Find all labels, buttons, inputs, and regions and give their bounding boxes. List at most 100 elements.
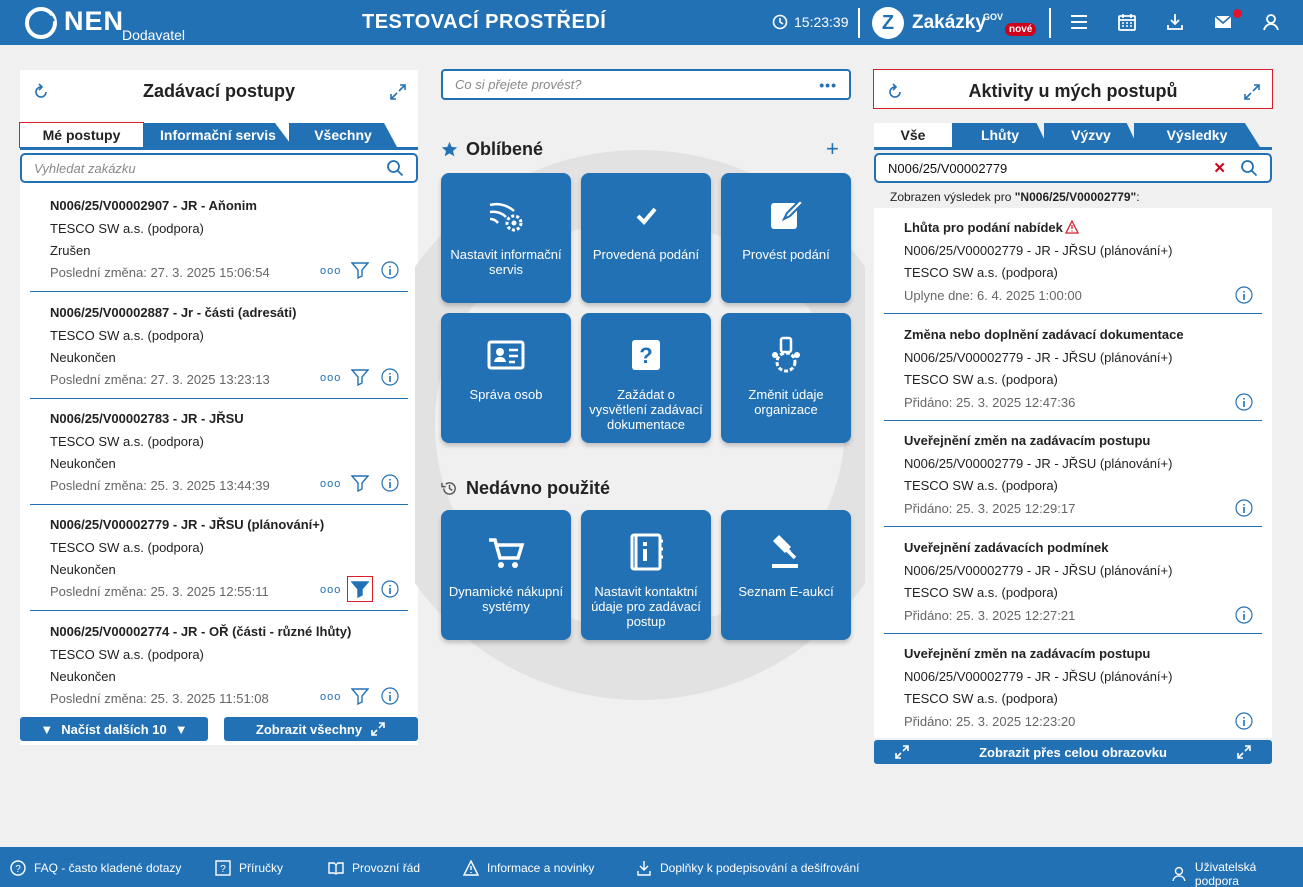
expand-icon[interactable] — [389, 83, 407, 101]
procedure-title[interactable]: N006/25/V00002774 - JR - OŘ (části - růz… — [50, 624, 351, 639]
activity-list-item[interactable]: Lhůta pro podání nabídek N006/25/V0000277… — [874, 208, 1272, 314]
footer-rules-link[interactable]: Provozní řád — [328, 860, 420, 876]
fullscreen-button[interactable]: Zobrazit přes celou obrazovku — [874, 740, 1272, 764]
procedure-title[interactable]: N006/25/V00002907 - JR - Aňonim — [50, 198, 257, 213]
activity-date: Přidáno: 25. 3. 2025 12:29:17 — [904, 501, 1076, 516]
expand-icon[interactable] — [1243, 83, 1261, 101]
footer-addons-link[interactable]: Doplňky k podepisování a dešifrování — [636, 860, 859, 876]
procedure-list-item[interactable]: N006/25/V00002907 - JR - Aňonim TESCO SW … — [20, 196, 418, 296]
info-icon[interactable] — [381, 580, 399, 603]
footer-manuals-link[interactable]: ? Příručky — [215, 860, 283, 876]
filter-icon[interactable] — [348, 684, 372, 708]
info-icon[interactable] — [381, 687, 399, 710]
tab-all[interactable]: Všechny — [289, 123, 397, 147]
activity-title[interactable]: Uveřejnění zadávacích podmínek — [904, 540, 1108, 555]
more-dots-icon[interactable]: ooo — [320, 372, 341, 384]
info-icon[interactable] — [1235, 392, 1253, 416]
tab-all-activities[interactable]: Vše — [874, 123, 952, 147]
more-dots-icon[interactable]: ooo — [320, 691, 341, 703]
info-icon[interactable] — [381, 261, 399, 284]
tile-request-explanation[interactable]: ? Zažádat o vysvětlení zadávací dokument… — [581, 313, 711, 443]
more-dots-icon[interactable]: ooo — [320, 478, 341, 490]
search-icon[interactable] — [386, 159, 404, 177]
environment-title: TESTOVACÍ PROSTŘEDÍ — [362, 11, 607, 33]
tile-make-submission[interactable]: Provést podání — [721, 173, 851, 303]
menu-icon[interactable] — [1069, 12, 1089, 32]
refresh-icon[interactable] — [32, 83, 50, 101]
procedure-list-item[interactable]: N006/25/V00002783 - JR - JŘSU TESCO SW a.… — [20, 409, 418, 509]
more-dots-icon[interactable]: ooo — [320, 265, 341, 277]
search-icon[interactable] — [1240, 159, 1258, 177]
calendar-icon[interactable] — [1117, 12, 1137, 32]
activity-title[interactable]: Lhůta pro podání nabídek — [904, 219, 1079, 235]
activity-list-item[interactable]: Uveřejnění změn na zadávacím postupu N006… — [874, 421, 1272, 527]
activity-search-input[interactable]: N006/25/V00002779 ✕ — [874, 153, 1272, 183]
session-clock: 15:23:39 — [772, 14, 849, 30]
tile-contact-details[interactable]: Nastavit kontaktní údaje pro zadávací po… — [581, 510, 711, 640]
open-book-icon — [328, 862, 344, 875]
show-all-button[interactable]: Zobrazit všechny — [224, 717, 418, 741]
tab-results[interactable]: Výsledky — [1134, 123, 1260, 147]
activity-list-item[interactable]: Uveřejnění zadávacích podmínek N006/25/V0… — [874, 528, 1272, 634]
app-logo-text[interactable]: NEN — [64, 6, 124, 37]
procedure-title[interactable]: N006/25/V00002887 - Jr - části (adresáti… — [50, 305, 296, 320]
activity-title[interactable]: Uveřejnění změn na zadávacím postupu — [904, 433, 1150, 448]
activity-org: TESCO SW a.s. (podpora) — [904, 478, 1058, 493]
activity-procedure-ref: N006/25/V00002779 - JR - JŘSU (plánování… — [904, 456, 1173, 471]
info-icon[interactable] — [381, 474, 399, 497]
info-icon[interactable] — [1235, 712, 1253, 735]
procedure-list-item[interactable]: N006/25/V00002774 - JR - OŘ (části - růz… — [20, 622, 418, 722]
procedure-search-input[interactable]: Vyhledat zakázku — [20, 153, 418, 183]
tabs-underline — [20, 147, 418, 150]
shopping-cart-icon — [489, 538, 525, 568]
download-icon[interactable] — [1165, 12, 1185, 32]
tile-submitted[interactable]: Provedená podání — [581, 173, 711, 303]
footer-support-link[interactable]: Uživatelská podpora — [1171, 860, 1303, 887]
refresh-icon[interactable] — [886, 83, 904, 101]
procedure-title[interactable]: N006/25/V00002783 - JR - JŘSU — [50, 411, 244, 426]
load-more-button[interactable]: ▼ Načíst dalších 10 ▼ — [20, 717, 208, 741]
footer-news-link[interactable]: Informace a novinky — [463, 860, 594, 876]
tile-dynamic-purchasing[interactable]: Dynamické nákupní systémy — [441, 510, 571, 640]
procedure-title[interactable]: N006/25/V00002779 - JR - JŘSU (plánování… — [50, 517, 324, 532]
info-icon[interactable] — [1235, 286, 1253, 309]
filter-icon[interactable] — [348, 258, 372, 282]
footer-faq-link[interactable]: ? FAQ - často kladené dotazy — [10, 860, 181, 876]
tile-change-org-data[interactable]: Změnit údaje organizace — [721, 313, 851, 443]
tile-manage-persons[interactable]: Správa osob — [441, 313, 571, 443]
user-icon[interactable] — [1261, 12, 1281, 32]
clear-icon[interactable]: ✕ — [1213, 159, 1226, 177]
tab-deadlines[interactable]: Lhůty — [952, 123, 1048, 147]
mail-icon[interactable] — [1213, 12, 1233, 32]
expand-icon — [371, 722, 385, 736]
procedure-list-item[interactable]: N006/25/V00002887 - Jr - části (adresáti… — [20, 303, 418, 403]
add-favorite-plus-icon[interactable]: + — [826, 136, 839, 162]
activity-title[interactable]: Uveřejnění změn na zadávacím postupu — [904, 646, 1150, 661]
gov-label: GOV — [983, 12, 1004, 22]
info-icon[interactable] — [381, 368, 399, 391]
filter-icon[interactable] — [348, 365, 372, 389]
activity-list-item[interactable]: Uveřejnění změn na zadávacím postupu N006… — [874, 634, 1272, 740]
item-divider — [30, 504, 408, 505]
mail-unread-badge — [1233, 9, 1242, 18]
tile-e-auctions[interactable]: Seznam E-aukcí — [721, 510, 851, 640]
tile-set-info-service[interactable]: Nastavit informační servis — [441, 173, 571, 303]
activity-date: Přidáno: 25. 3. 2025 12:27:21 — [904, 607, 1076, 623]
more-dots-icon[interactable]: ••• — [819, 77, 837, 93]
tab-calls[interactable]: Výzvy — [1044, 123, 1138, 147]
nen-logo-icon[interactable] — [25, 7, 57, 39]
zakazky-gov-link[interactable]: Z Zakázky GOV nové — [872, 7, 1037, 39]
search-placeholder: Vyhledat zakázku — [34, 160, 136, 176]
procedure-list-item[interactable]: N006/25/V00002779 - JR - JŘSU (plánování… — [20, 515, 418, 615]
filter-icon[interactable] — [347, 576, 373, 602]
tab-my-procedures[interactable]: Mé postupy — [19, 122, 144, 148]
info-icon[interactable] — [1235, 499, 1253, 522]
info-icon[interactable] — [1235, 605, 1253, 629]
tab-info-service[interactable]: Informační servis — [143, 123, 293, 147]
command-search-input[interactable]: Co si přejete provést? ••• — [441, 69, 851, 100]
load-more-label: Načíst dalších 10 — [61, 721, 167, 737]
filter-icon[interactable] — [348, 471, 372, 495]
more-dots-icon[interactable]: ooo — [320, 584, 341, 596]
activity-list-item[interactable]: Změna nebo doplnění zadávací dokumentace… — [874, 315, 1272, 421]
activity-title[interactable]: Změna nebo doplnění zadávací dokumentace — [904, 327, 1184, 342]
